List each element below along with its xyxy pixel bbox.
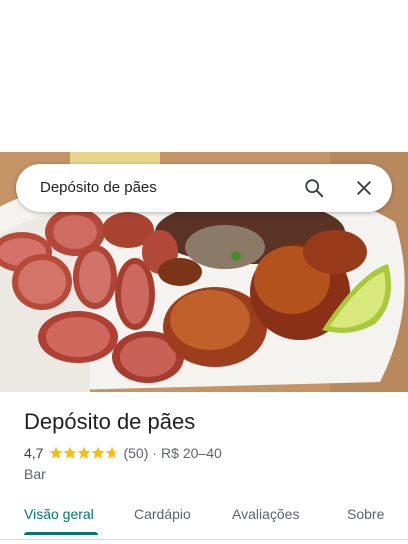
star-icon xyxy=(64,446,77,459)
search-icon[interactable] xyxy=(300,174,328,202)
search-input[interactable]: Depósito de pães xyxy=(40,164,157,212)
tab-menu[interactable]: Cardápio xyxy=(134,496,191,536)
rating-value: 4,7 xyxy=(24,445,44,461)
place-title: Depósito de pães xyxy=(24,409,196,434)
place-meta: 4,7 (50) · R$ 20–40 xyxy=(24,444,222,462)
search-bar[interactable]: Depósito de pães xyxy=(16,164,392,212)
place-category[interactable]: Bar xyxy=(24,465,46,483)
active-tab-indicator xyxy=(24,532,98,535)
tabs-divider xyxy=(0,539,408,540)
tab-reviews[interactable]: Avaliações xyxy=(232,496,299,536)
place-tabs: Visão geral Cardápio Avaliações Sobre xyxy=(0,496,408,536)
tab-about[interactable]: Sobre xyxy=(347,496,384,536)
map-blank-area xyxy=(0,0,408,152)
price-range: R$ 20–40 xyxy=(161,445,222,461)
star-icon xyxy=(106,446,119,459)
star-icon xyxy=(92,446,105,459)
star-icon xyxy=(50,446,63,459)
star-icon xyxy=(78,446,91,459)
close-icon[interactable] xyxy=(350,174,378,202)
star-rating[interactable] xyxy=(49,446,119,460)
tab-overview[interactable]: Visão geral xyxy=(24,496,94,536)
separator-dot: · xyxy=(152,445,158,461)
review-count[interactable]: (50) xyxy=(123,445,148,461)
